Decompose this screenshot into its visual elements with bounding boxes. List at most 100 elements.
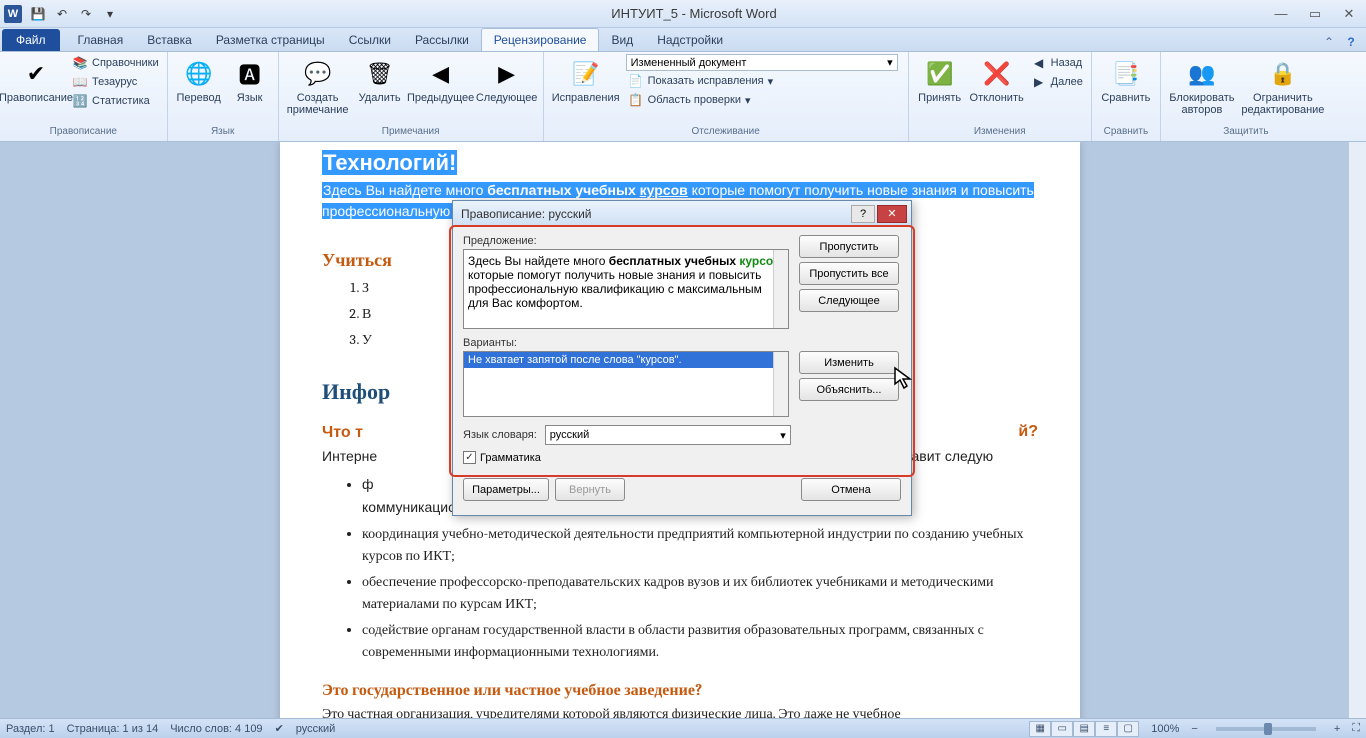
undo-icon[interactable]: ↶ [52, 4, 72, 24]
block-authors-button[interactable]: 👥Блокировать авторов [1167, 54, 1237, 116]
new-comment-button[interactable]: 💬Создать примечание [285, 54, 351, 116]
prev-comment-button[interactable]: ◀Предыдущее [409, 54, 473, 104]
dialog-titlebar[interactable]: Правописание: русский ? ✕ [453, 201, 911, 227]
zoom-out-button[interactable]: − [1191, 723, 1197, 735]
group-changes-label: Изменения [915, 126, 1085, 139]
dict-lang-value: русский [550, 429, 589, 441]
reviewing-pane-button[interactable]: 📋Область проверки ▾ [626, 91, 902, 109]
zoom-in-button[interactable]: + [1334, 723, 1340, 735]
fullscreen-icon[interactable]: ⛶ [1352, 722, 1360, 735]
block-authors-icon: 👥 [1186, 58, 1218, 90]
prev-change-button[interactable]: ◀Назад [1029, 54, 1085, 72]
dialog-help-button[interactable]: ? [851, 205, 875, 223]
tab-references[interactable]: Ссылки [337, 29, 403, 51]
delete-comment-button[interactable]: 🗑Удалить [355, 54, 405, 104]
grammar-checkbox-label: Грамматика [480, 452, 541, 464]
variants-listbox[interactable]: Не хватает запятой после слова "курсов". [463, 351, 789, 417]
list-item: координация учебно-методической деятельн… [362, 523, 1038, 567]
next-sentence-button[interactable]: Следующее [799, 289, 899, 312]
print-layout-view-button[interactable]: ▦ [1029, 721, 1051, 737]
status-word-count[interactable]: Число слов: 4 109 [170, 723, 262, 735]
track-changes-icon: 📝 [570, 58, 602, 90]
vertical-scrollbar[interactable] [1348, 142, 1366, 718]
show-markup-button[interactable]: 📄Показать исправления ▾ [626, 72, 902, 90]
variant-item[interactable]: Не хватает запятой после слова "курсов". [464, 352, 788, 368]
accept-button[interactable]: ✅Принять [915, 54, 965, 104]
status-zoom[interactable]: 100% [1151, 723, 1179, 735]
explain-button[interactable]: Объяснить... [799, 378, 899, 401]
group-language-label: Язык [174, 126, 272, 139]
save-icon[interactable]: 💾 [28, 4, 48, 24]
outline-view-button[interactable]: ≡ [1095, 721, 1117, 737]
group-protect-label: Защитить [1167, 126, 1325, 139]
qat-customize-icon[interactable]: ▾ [100, 4, 120, 24]
reject-icon: ❌ [981, 58, 1013, 90]
next-comment-button[interactable]: ▶Следующее [477, 54, 537, 104]
status-section[interactable]: Раздел: 1 [6, 723, 55, 735]
restrict-editing-label: Ограничить редактирование [1241, 92, 1325, 116]
tab-insert[interactable]: Вставка [135, 29, 204, 51]
draft-view-button[interactable]: ▢ [1117, 721, 1139, 737]
spelling-button[interactable]: ✔ Правописание [6, 54, 66, 104]
zoom-slider[interactable] [1216, 727, 1316, 731]
sentence-textbox[interactable]: Здесь Вы найдете много бесплатных учебны… [463, 249, 789, 329]
parameters-button[interactable]: Параметры... [463, 478, 549, 501]
redo-icon[interactable]: ↷ [76, 4, 96, 24]
next-comment-label: Следующее [476, 92, 538, 104]
group-proofing-label: Правописание [6, 126, 161, 139]
dialog-close-button[interactable]: ✕ [877, 205, 907, 223]
scrollbar[interactable] [773, 250, 788, 328]
research-label: Справочники [92, 57, 159, 69]
thesaurus-button[interactable]: 📖Тезаурус [70, 73, 161, 91]
view-buttons: ▦ ▭ ▤ ≡ ▢ [1029, 721, 1139, 737]
dict-lang-select[interactable]: русский▾ [545, 425, 791, 445]
restrict-editing-button[interactable]: 🔒Ограничить редактирование [1241, 54, 1325, 116]
language-label: Язык [237, 92, 263, 104]
tab-review[interactable]: Рецензирование [481, 28, 600, 51]
help-icon[interactable]: ? [1342, 33, 1360, 51]
tab-home[interactable]: Главная [66, 29, 136, 51]
tab-view[interactable]: Вид [599, 29, 645, 51]
skip-button[interactable]: Пропустить [799, 235, 899, 258]
status-page[interactable]: Страница: 1 из 14 [67, 723, 159, 735]
next-change-button[interactable]: ▶Далее [1029, 73, 1085, 91]
status-language[interactable]: русский [296, 723, 335, 735]
accept-label: Принять [918, 92, 961, 104]
track-changes-button[interactable]: 📝 Исправления [550, 54, 622, 104]
tab-page-layout[interactable]: Разметка страницы [204, 29, 337, 51]
scrollbar[interactable] [773, 352, 788, 416]
tab-addins[interactable]: Надстройки [645, 29, 735, 51]
minimize-button[interactable]: — [1268, 5, 1294, 23]
ribbon-minimize-icon[interactable]: ⌃ [1320, 33, 1338, 51]
title-bar: W 💾 ↶ ↷ ▾ ИНТУИТ_5 - Microsoft Word — ▭ … [0, 0, 1366, 28]
change-button[interactable]: Изменить [799, 351, 899, 374]
thesaurus-label: Тезаурус [92, 76, 137, 88]
track-changes-label: Исправления [552, 92, 620, 104]
zoom-slider-thumb[interactable] [1264, 723, 1272, 735]
doc-heading-3b: Это государственное или частное учебное … [322, 681, 1038, 700]
language-icon: 🅰 [234, 58, 266, 90]
compare-button[interactable]: 📑Сравнить [1098, 54, 1154, 104]
research-button[interactable]: 📚Справочники [70, 54, 161, 72]
close-button[interactable]: ✕ [1336, 5, 1362, 23]
web-layout-view-button[interactable]: ▤ [1073, 721, 1095, 737]
language-button[interactable]: 🅰 Язык [228, 54, 272, 104]
tab-mailings[interactable]: Рассылки [403, 29, 481, 51]
status-proofing-icon[interactable]: ✔ [275, 722, 284, 735]
reviewing-pane-label: Область проверки [648, 94, 741, 106]
maximize-button[interactable]: ▭ [1302, 5, 1328, 23]
stats-button[interactable]: 🔢Статистика [70, 92, 161, 110]
file-tab[interactable]: Файл [2, 29, 60, 51]
fullscreen-reading-view-button[interactable]: ▭ [1051, 721, 1073, 737]
grammar-checkbox[interactable]: ✓ Грамматика [463, 451, 901, 464]
delete-comment-icon: 🗑 [364, 58, 396, 90]
new-comment-icon: 💬 [302, 58, 334, 90]
translate-button[interactable]: 🌐Перевод [174, 54, 224, 104]
translate-icon: 🌐 [183, 58, 215, 90]
cancel-button[interactable]: Отмена [801, 478, 901, 501]
display-for-review-dropdown[interactable]: Измененный документ▾ [626, 54, 898, 71]
reject-button[interactable]: ❌Отклонить [969, 54, 1025, 104]
prev-change-icon: ◀ [1031, 55, 1047, 71]
skip-all-button[interactable]: Пропустить все [799, 262, 899, 285]
spelling-icon: ✔ [20, 58, 52, 90]
